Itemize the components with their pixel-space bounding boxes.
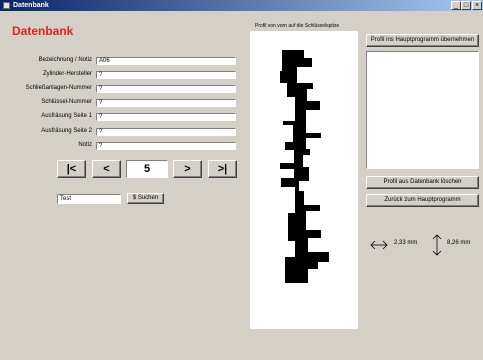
take-over-profile-button[interactable]: Profil ins Hauptprogramm übernehmen — [366, 34, 479, 47]
profile-list[interactable] — [366, 51, 479, 169]
key-profile-shape — [280, 50, 329, 283]
back-to-main-button[interactable]: Zurück zum Hauptprogramm — [366, 194, 479, 207]
profile-caption: Profil von vorn auf die Schlüsselspitze — [255, 23, 340, 29]
database-window: Datenbank _ □ × Datenbank Bezeichnung / … — [0, 0, 483, 360]
app-icon — [3, 2, 10, 9]
cylinder-manufacturer-label: Zylinder-Hersteller — [42, 71, 92, 77]
key-number-label: Schlüssel-Nummer — [41, 99, 92, 105]
close-button[interactable]: × — [472, 1, 482, 10]
note-field[interactable]: ? — [96, 142, 236, 150]
next-record-button[interactable]: > — [173, 160, 202, 178]
milling-side1-label: Ausfräsung Seite 1 — [41, 113, 92, 119]
milling-side1-field[interactable]: ? — [96, 113, 236, 121]
last-record-button[interactable]: >| — [208, 160, 237, 178]
key-profile-view — [250, 31, 358, 329]
record-number-field[interactable]: 5 — [126, 160, 168, 178]
profile-width-value: 2,33 mm — [394, 240, 418, 246]
first-record-button[interactable]: |< — [57, 160, 86, 178]
window-title: Datenbank — [13, 2, 49, 9]
height-arrow-icon — [432, 234, 442, 256]
cylinder-manufacturer-field[interactable]: ? — [96, 71, 236, 79]
profile-height-value: 8,26 mm — [447, 240, 471, 246]
minimize-button[interactable]: _ — [451, 1, 461, 10]
page-title: Datenbank — [12, 24, 74, 38]
delete-profile-button[interactable]: Profil aus Datenbank löschen — [366, 176, 479, 189]
prev-record-button[interactable]: < — [92, 160, 121, 178]
maximize-button[interactable]: □ — [461, 1, 471, 10]
width-arrow-icon — [370, 240, 388, 250]
designation-field[interactable]: A06 — [96, 57, 236, 65]
search-button[interactable]: $ Suchen — [127, 193, 164, 204]
locking-system-number-field[interactable]: ? — [96, 85, 236, 93]
milling-side2-label: Ausfräsung Seite 2 — [41, 128, 92, 134]
locking-system-number-label: Schließanlagen-Nummer — [25, 85, 92, 91]
title-bar: Datenbank _ □ × — [0, 0, 483, 11]
milling-side2-field[interactable]: ? — [96, 128, 236, 136]
search-input[interactable]: Test — [57, 194, 121, 204]
note-label: Notiz — [78, 142, 92, 148]
designation-label: Bezeichnung / Notiz — [38, 57, 92, 63]
key-number-field[interactable]: ? — [96, 99, 236, 107]
